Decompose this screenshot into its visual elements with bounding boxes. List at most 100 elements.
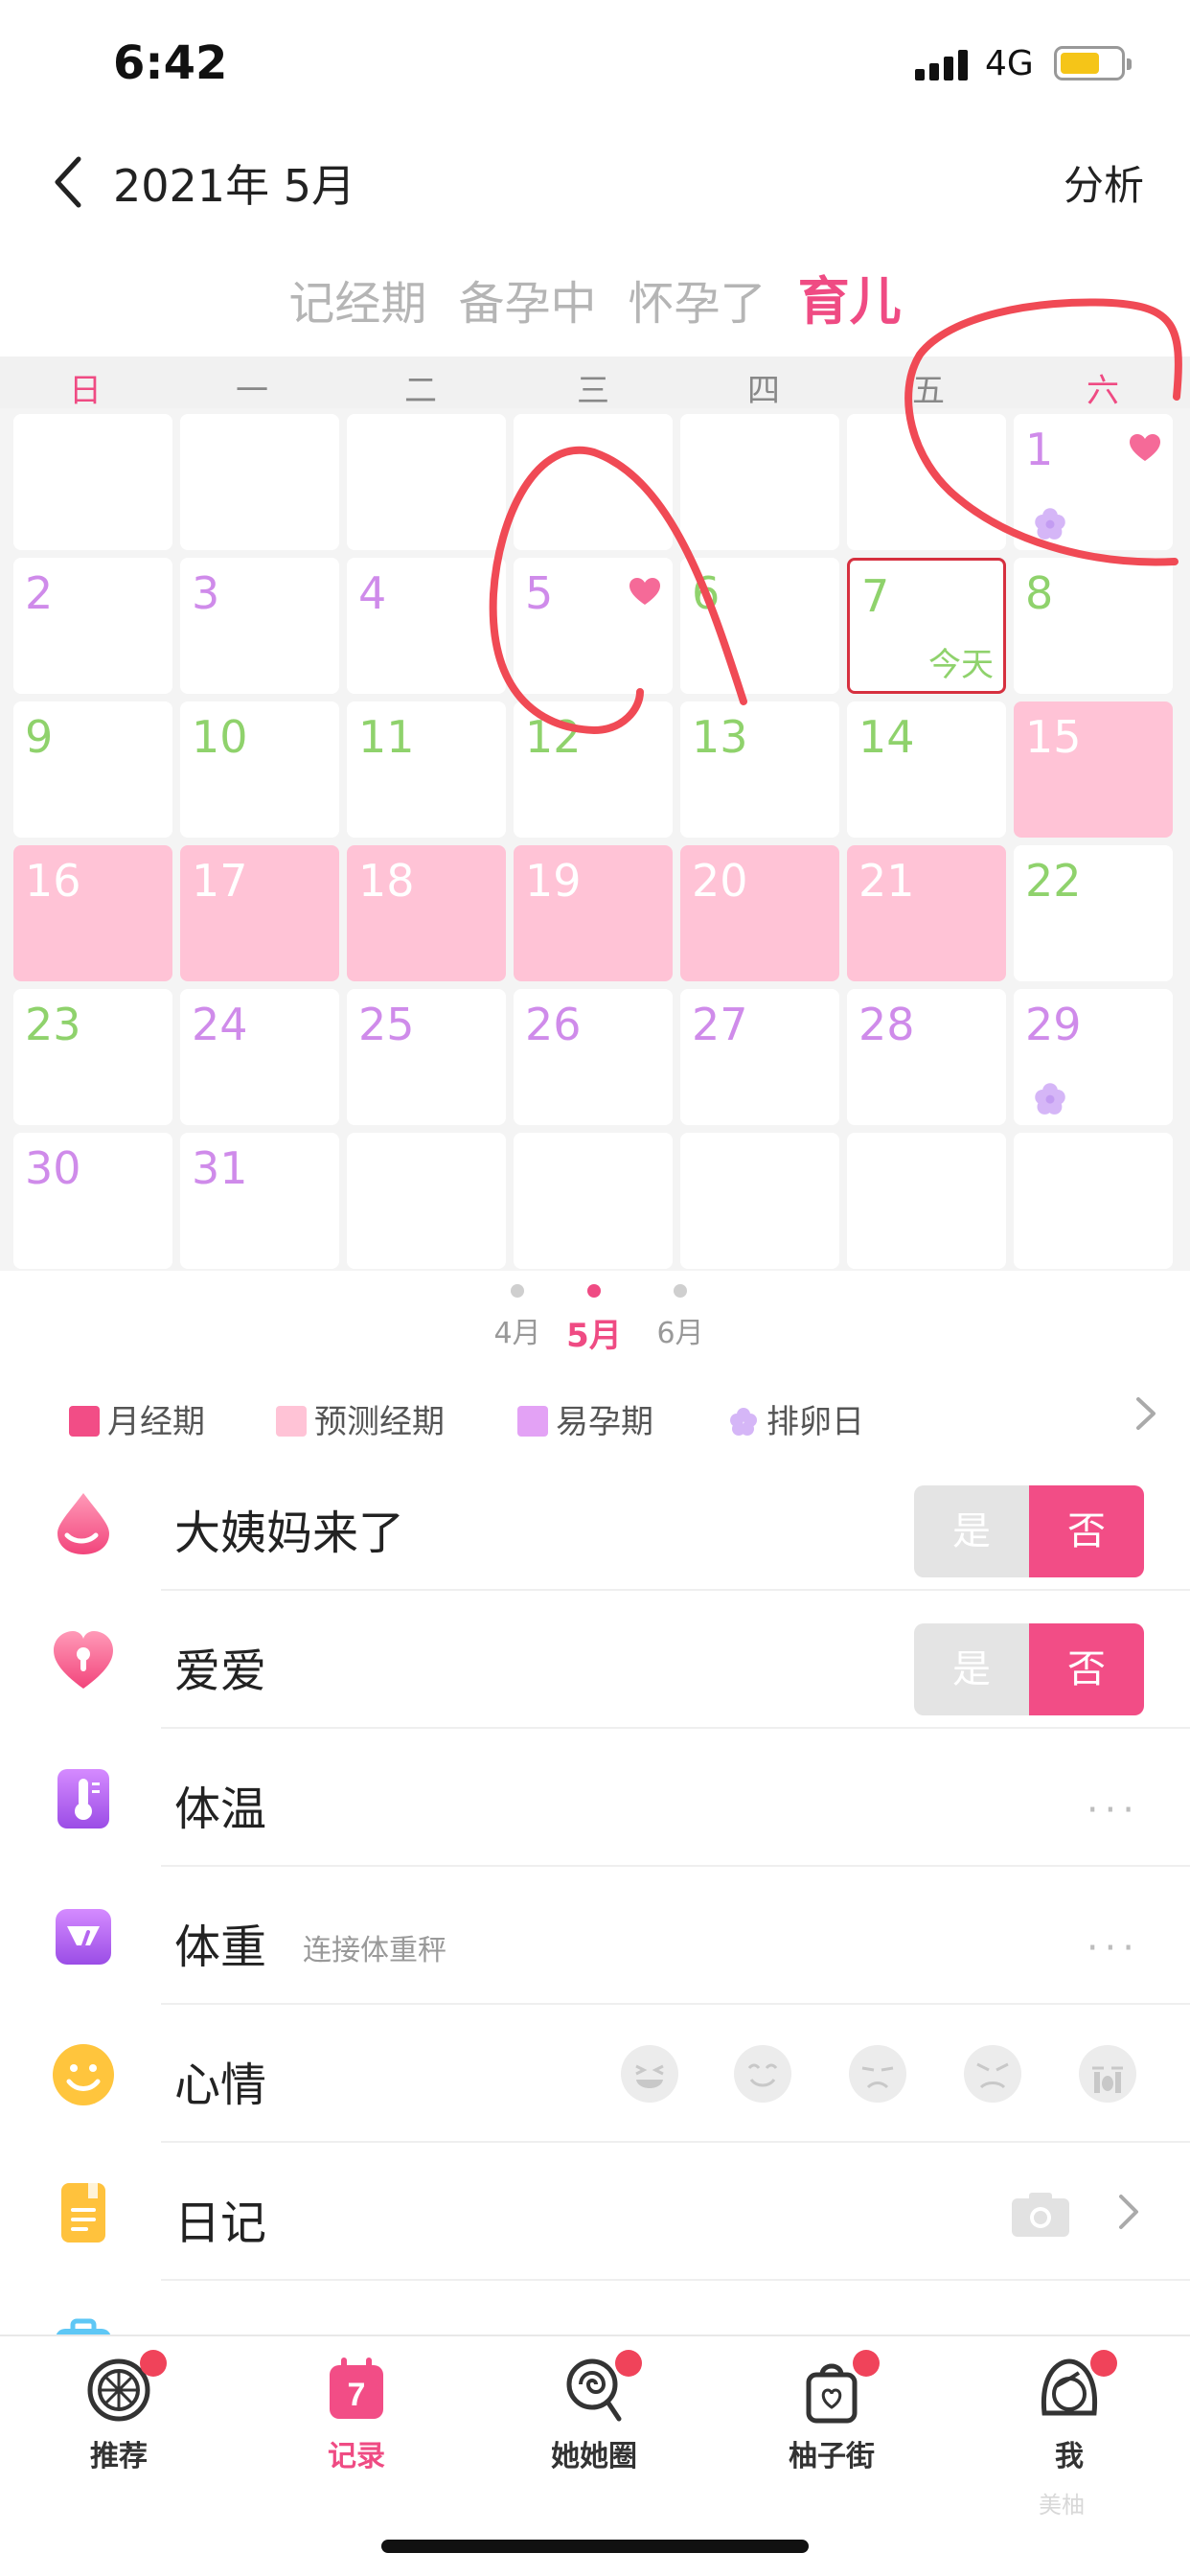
calendar-grid: 1 2 3 4 5 6 7 今天 8 9 10 11 12 13 14 15 16 17 18 19 20 21 22 23 2… (0, 408, 1190, 1271)
calendar-empty-cell (1014, 1133, 1173, 1269)
calendar-day[interactable]: 24 (180, 989, 339, 1125)
nav-community[interactable]: 她她圈 (517, 2350, 671, 2474)
heart-icon (629, 578, 660, 605)
calendar-day[interactable]: 9 (13, 702, 172, 838)
record-mood-label: 心情 (174, 2058, 267, 2112)
more-icon[interactable]: ··· (1087, 1926, 1140, 1970)
calendar-day[interactable]: 7 今天 (847, 558, 1006, 694)
angry-face-icon[interactable] (962, 2043, 1023, 2104)
day-number: 7 (861, 570, 890, 622)
day-number: 2 (25, 567, 54, 619)
calendar-day[interactable]: 6 (680, 558, 839, 694)
notification-badge (853, 2350, 880, 2377)
month-title[interactable]: 2021年 5月 (113, 151, 355, 215)
weekday-header: 日 一 二 三 四 五 六 (0, 356, 1190, 410)
day-number: 26 (525, 999, 582, 1050)
crying-face-icon[interactable] (1077, 2043, 1138, 2104)
flower-icon (1035, 1083, 1065, 1115)
watermark: 美柚 (1039, 2492, 1085, 2518)
laughing-face-icon[interactable] (619, 2043, 680, 2104)
network-type: 4G (985, 44, 1034, 83)
calendar-day[interactable]: 5 (514, 558, 673, 694)
tab-parenting[interactable]: 育儿 (798, 259, 902, 334)
calendar-day[interactable]: 28 (847, 989, 1006, 1125)
day-number: 12 (525, 711, 582, 763)
more-icon[interactable]: ··· (1087, 1788, 1140, 1832)
period-no-button[interactable]: 否 (1029, 1485, 1144, 1577)
header: 2021年 5月 分析 (0, 134, 1190, 230)
orange-slice-icon (84, 2350, 167, 2425)
calendar-day[interactable]: 31 (180, 1133, 339, 1269)
legend-ovulation: 排卵日 (728, 1395, 864, 1442)
tab-period[interactable]: 记经期 (288, 265, 426, 333)
lollipop-icon (560, 2350, 642, 2425)
calendar-day[interactable]: 30 (13, 1133, 172, 1269)
calendar-day[interactable]: 2 (13, 558, 172, 694)
calendar-day[interactable]: 4 (347, 558, 506, 694)
calendar-day[interactable]: 8 (1014, 558, 1173, 694)
calendar-day[interactable]: 17 (180, 845, 339, 981)
pager-may[interactable]: 5月 (546, 1284, 642, 1356)
pager-june[interactable]: 6月 (632, 1284, 728, 1351)
home-indicator[interactable] (381, 2540, 809, 2553)
calendar-day[interactable]: 21 (847, 845, 1006, 981)
record-period-label: 大姨妈来了 (174, 1506, 405, 1560)
heart-icon (54, 1631, 113, 1689)
calendar-day[interactable]: 15 (1014, 702, 1173, 838)
connect-scale-link[interactable]: 连接体重秤 (303, 1926, 446, 1968)
tab-trying[interactable]: 备孕中 (458, 265, 596, 333)
legend[interactable]: 月经期 预测经期 易孕期 排卵日 (8, 1376, 1182, 1451)
annoyed-face-icon[interactable] (847, 2043, 908, 2104)
record-weight[interactable]: 体重 连接体重秤 ··· (0, 1867, 1190, 2005)
day-number: 21 (858, 855, 915, 907)
weekday-sat: 六 (1087, 372, 1119, 410)
day-number: 29 (1025, 999, 1082, 1050)
tab-pregnant[interactable]: 怀孕了 (629, 265, 767, 333)
love-yes-button[interactable]: 是 (914, 1623, 1029, 1715)
record-partial[interactable]: 症状 (0, 2281, 1190, 2334)
back-arrow-icon[interactable] (50, 155, 88, 209)
calendar-day[interactable]: 20 (680, 845, 839, 981)
record-diary[interactable]: 日记 (0, 2143, 1190, 2281)
day-number: 30 (25, 1142, 81, 1194)
analyze-button[interactable]: 分析 (1064, 153, 1144, 212)
calendar-day[interactable]: 19 (514, 845, 673, 981)
love-toggle[interactable]: 是 否 (914, 1623, 1144, 1715)
calendar-day[interactable]: 29 (1014, 989, 1173, 1125)
calendar-day[interactable]: 3 (180, 558, 339, 694)
record-partial-label: 症状 (174, 2323, 266, 2334)
calendar-day[interactable]: 13 (680, 702, 839, 838)
nav-me[interactable]: 我 (993, 2350, 1146, 2474)
flower-icon (1035, 508, 1065, 540)
nav-recommend[interactable]: 推荐 (42, 2350, 195, 2474)
period-yes-button[interactable]: 是 (914, 1485, 1029, 1577)
girl-avatar-icon (1035, 2350, 1117, 2425)
calendar-day[interactable]: 18 (347, 845, 506, 981)
day-number: 23 (25, 999, 81, 1050)
record-temperature[interactable]: 体温 ··· (0, 1729, 1190, 1867)
calendar-day[interactable]: 23 (13, 989, 172, 1125)
camera-icon[interactable] (1010, 2189, 1071, 2239)
calendar-day[interactable]: 10 (180, 702, 339, 838)
calendar-empty-cell (514, 1133, 673, 1269)
calendar-day[interactable]: 26 (514, 989, 673, 1125)
weekday-fri: 五 (912, 372, 945, 410)
love-no-button[interactable]: 否 (1029, 1623, 1144, 1715)
smiling-face-icon[interactable] (732, 2043, 793, 2104)
period-toggle[interactable]: 是 否 (914, 1485, 1144, 1577)
calendar-day[interactable]: 16 (13, 845, 172, 981)
record-mood: 心情 (0, 2005, 1190, 2143)
calendar-empty-cell (347, 414, 506, 550)
calendar-day[interactable]: 1 (1014, 414, 1173, 550)
calendar-day[interactable]: 12 (514, 702, 673, 838)
calendar-day[interactable]: 11 (347, 702, 506, 838)
calendar-day[interactable]: 14 (847, 702, 1006, 838)
nav-records[interactable]: 7 记录 (280, 2356, 433, 2474)
calendar-day[interactable]: 27 (680, 989, 839, 1125)
day-number: 13 (692, 711, 748, 763)
day-number: 19 (525, 855, 582, 907)
calendar-day[interactable]: 25 (347, 989, 506, 1125)
nav-shop[interactable]: 柚子街 (755, 2350, 908, 2474)
calendar-day[interactable]: 22 (1014, 845, 1173, 981)
calendar-empty-cell (680, 1133, 839, 1269)
